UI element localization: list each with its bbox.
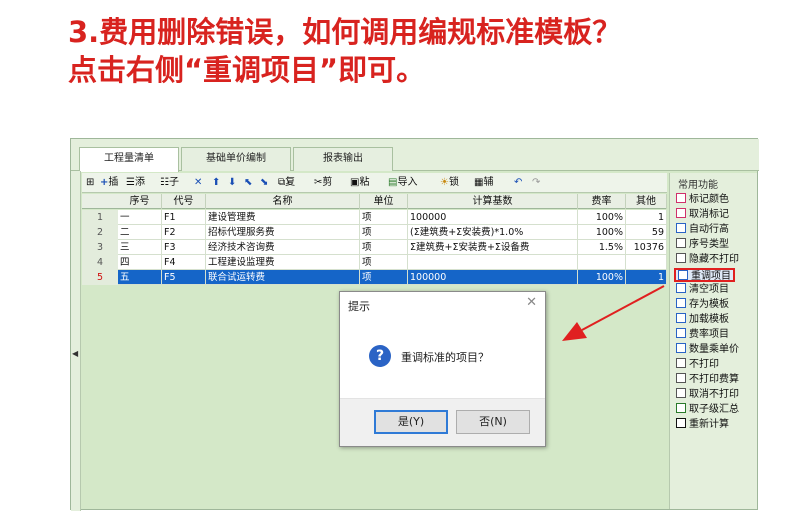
yes-button[interactable]: 是(Y) — [374, 410, 448, 434]
no-button[interactable]: 否(N) — [456, 410, 530, 434]
question-icon: ? — [369, 345, 391, 367]
dialog-button-bar: 是(Y) 否(N) — [340, 398, 545, 446]
close-icon[interactable]: ✕ — [526, 295, 537, 310]
dialog-title: 提示 — [348, 300, 370, 313]
dialog-message: 重调标准的项目？ — [401, 351, 489, 364]
confirm-dialog: 提示 ✕ ? 重调标准的项目？ 是(Y) 否(N) — [339, 291, 546, 447]
